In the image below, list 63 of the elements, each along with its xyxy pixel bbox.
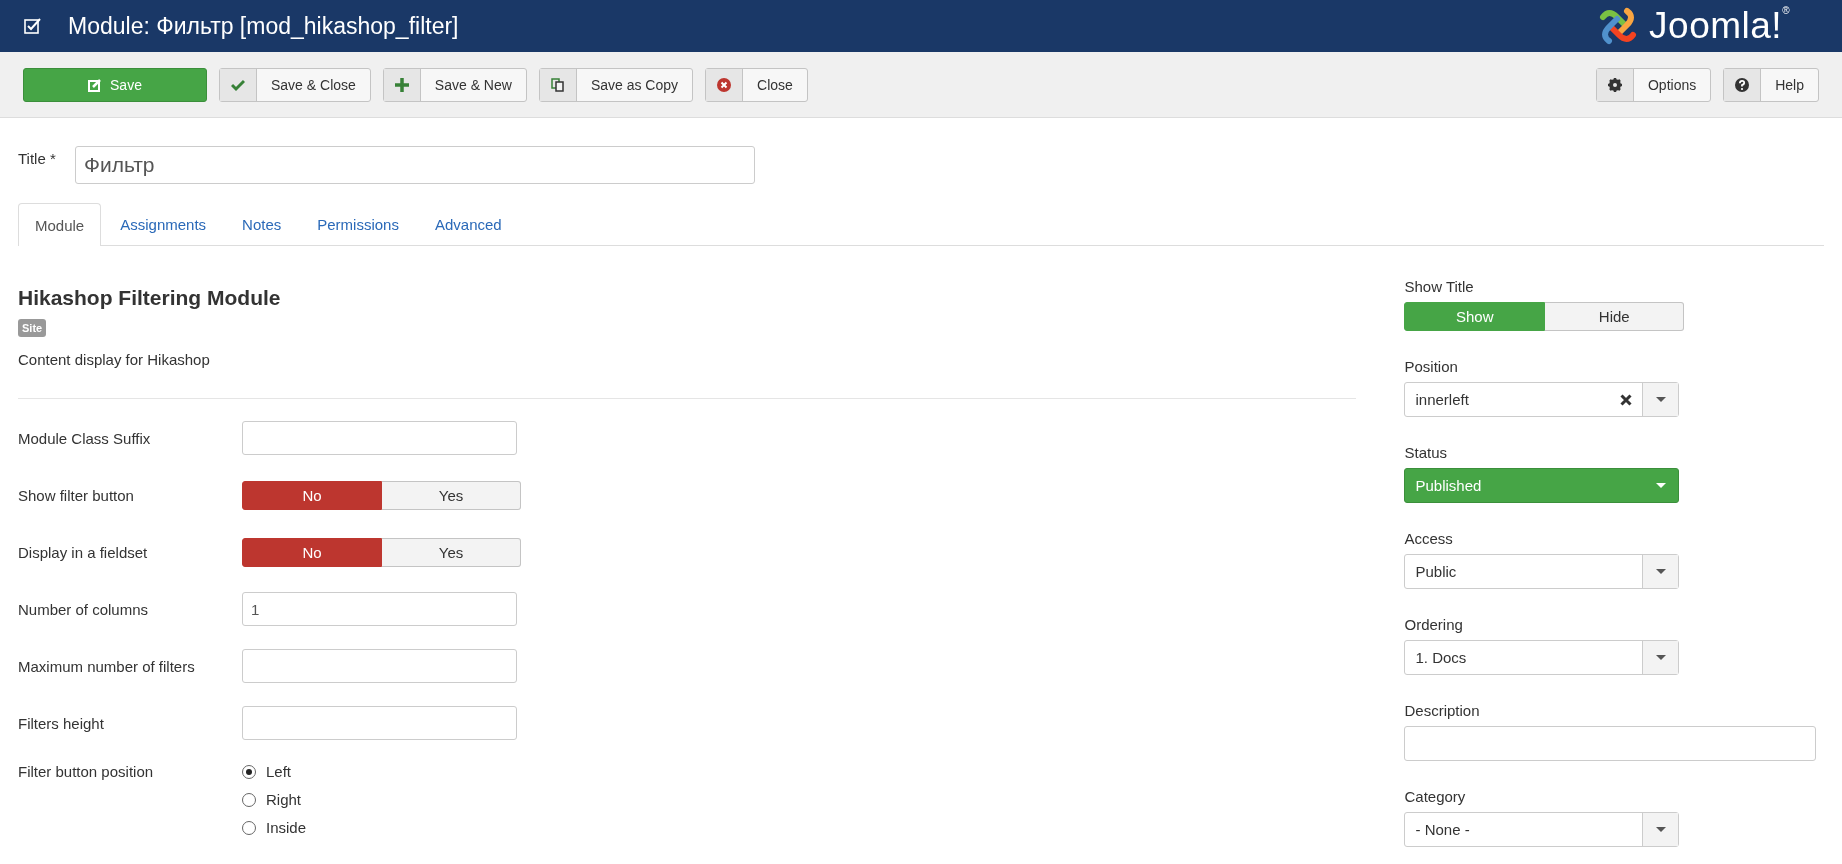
text-input-field[interactable] (1404, 726, 1817, 761)
toolbar-button[interactable]: Help (1723, 67, 1819, 102)
module-heading: Hikashop Filtering Module (18, 286, 282, 310)
field-label: Module Class Suffix (18, 429, 152, 447)
caret-icon (1656, 827, 1666, 832)
field-label: Maximum number of filters (18, 657, 196, 675)
field-label: Show Title (1404, 278, 1475, 295)
title-input-field[interactable]: Фильтр (75, 146, 755, 184)
toggle-option[interactable]: Yes (382, 537, 521, 567)
caret-icon (1656, 655, 1666, 660)
toggle-option[interactable]: Yes (382, 480, 521, 510)
field-label: Ordering (1404, 616, 1464, 633)
site-badge: Site (18, 319, 47, 337)
radio-label: Right (266, 791, 302, 808)
toolbar-button[interactable]: Save & Close (219, 67, 371, 102)
field-label: Description (1404, 702, 1481, 719)
module-description: Content display for Hikashop (18, 351, 211, 368)
field-label: Filter button position (18, 763, 155, 780)
caret-icon (1656, 569, 1666, 574)
help-icon (1735, 77, 1750, 92)
radio-label: Inside (266, 819, 307, 836)
checkmark-icon (231, 77, 245, 92)
field-label: Category (1404, 788, 1467, 805)
tab[interactable]: Permissions (300, 203, 416, 245)
plus-icon (394, 77, 409, 92)
field-label: Number of columns (18, 600, 150, 618)
field-label: Show filter button (18, 486, 135, 504)
field-label: Status (1404, 444, 1448, 461)
toolbar-button[interactable]: Save as Copy (538, 67, 694, 102)
copy-icon (550, 77, 565, 92)
toggle-option[interactable]: No (242, 480, 382, 510)
toggle-option[interactable]: No (242, 537, 382, 567)
field-label: Title * (18, 150, 57, 167)
select-field[interactable]: Public (1404, 554, 1680, 589)
tab[interactable]: Assignments (103, 203, 224, 245)
caret-icon (1656, 397, 1666, 402)
field-label: Display in a fieldset (18, 543, 149, 561)
settings-icon (1607, 77, 1622, 92)
toolbar-button[interactable]: Options (1595, 67, 1712, 102)
edit-icon (88, 77, 103, 92)
tab[interactable]: Notes (225, 203, 299, 245)
select-field[interactable]: - None - (1404, 812, 1680, 847)
checkbox-icon (24, 17, 42, 35)
field-label: Filters height (18, 714, 105, 732)
field-label: Position (1404, 358, 1459, 375)
text-input-field[interactable] (242, 421, 517, 455)
page-title: Module: Фильтр [mod_hikashop_filter] (68, 12, 459, 40)
radio-label: Left (266, 763, 292, 780)
select-field[interactable]: 1. Docs (1404, 640, 1680, 675)
toggle-option[interactable]: Hide (1545, 302, 1685, 331)
toolbar-button[interactable]: Save & New (382, 67, 527, 102)
toolbar-button[interactable]: Close (705, 67, 808, 102)
caret-icon (1656, 483, 1667, 488)
select-field[interactable]: innerleft (1404, 382, 1680, 417)
text-input-field[interactable] (242, 706, 517, 740)
text-input-field[interactable]: 1 (242, 592, 517, 626)
tab[interactable]: Advanced (417, 203, 519, 245)
clear-icon[interactable] (1620, 393, 1633, 406)
logo-text: Joomla!$^{®}$ (1649, 5, 1790, 47)
text-input-field[interactable] (242, 649, 517, 683)
close-icon (717, 77, 732, 92)
tab[interactable]: Module (18, 203, 102, 246)
field-label: Access (1404, 530, 1454, 547)
